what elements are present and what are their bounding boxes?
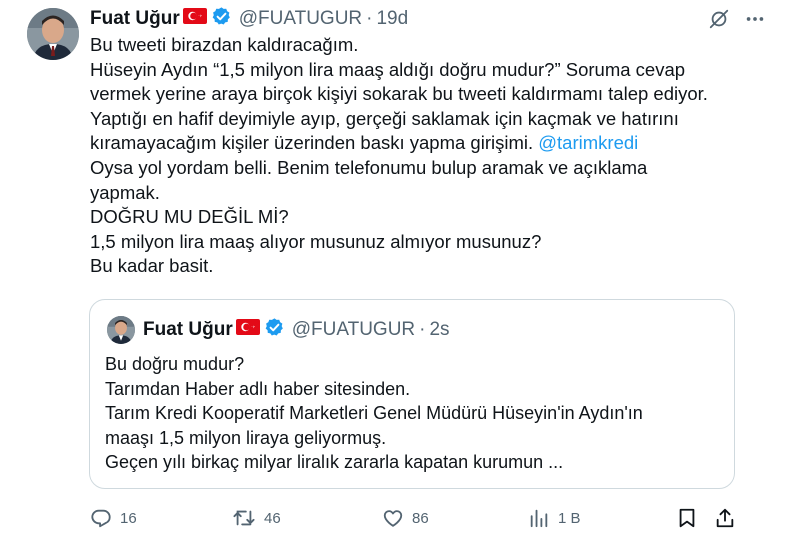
repost-icon (232, 507, 256, 529)
tweet-line: Bu kadar basit. (90, 255, 214, 277)
tweet-line: Hüseyin Aydın “1,5 milyon lira maaş aldı… (90, 58, 686, 80)
quoted-line: Tarım Kredi Kooperatif Marketleri Genel … (105, 403, 643, 423)
tweet-line: Bu tweeti birazdan kaldıracağım. (90, 34, 359, 55)
separator-dot: · (366, 8, 373, 29)
quoted-timestamp[interactable]: 2s (429, 319, 449, 341)
like-button[interactable]: 86 (382, 507, 429, 529)
repost-count: 46 (264, 509, 281, 527)
tweet-text: Bu tweeti birazdan kaldıracağım. Hüseyin… (90, 33, 770, 279)
verified-badge-icon[interactable] (264, 317, 285, 344)
tweet-line: DOĞRU MU DEĞİL Mİ? (90, 206, 289, 228)
top-actions (708, 8, 766, 30)
quoted-line: maaşı 1,5 milyon liraya geliyormuş. (105, 427, 387, 448)
author-handle[interactable]: @FUATUGUR (239, 8, 362, 30)
bookmark-icon (676, 507, 698, 529)
quoted-author-handle[interactable]: @FUATUGUR (292, 319, 415, 341)
tweet-header: Fuat Uğur @FUATUGUR · 19d (90, 6, 408, 32)
quoted-avatar[interactable] (107, 316, 135, 344)
avatar[interactable] (27, 8, 79, 60)
reply-count: 16 (120, 509, 137, 527)
mention-link[interactable]: @tarimkredi (538, 132, 638, 153)
quoted-tweet[interactable]: Fuat Uğur @FUATUGUR · 2s Bu doğru mudur?… (89, 299, 735, 489)
tweet-line-text: kıramayacağım kişiler üzerinden baskı ya… (90, 132, 534, 154)
timestamp[interactable]: 19d (376, 8, 408, 30)
author-name[interactable]: Fuat Uğur (90, 8, 180, 30)
tweet-line: 1,5 milyon lira maaş alıyor musunuz almı… (90, 230, 542, 252)
like-count: 86 (412, 509, 429, 527)
quoted-line: Geçen yılı birkaç milyar liralık zararla… (105, 452, 564, 472)
view-count: 1 B (558, 509, 581, 527)
share-icon (714, 507, 736, 529)
tweet-line: Oysa yol yordam belli. Benim telefonumu … (90, 156, 648, 178)
reply-icon (90, 507, 112, 529)
repost-button[interactable]: 46 (232, 507, 281, 529)
quoted-header: Fuat Uğur @FUATUGUR · 2s (143, 317, 450, 343)
bookmark-button[interactable] (676, 507, 698, 529)
separator-dot: · (419, 319, 426, 340)
quoted-line: Tarımdan Haber adlı haber sitesinden. (105, 378, 411, 399)
tweet[interactable]: Fuat Uğur @FUATUGUR · 19d Bu tweeti bira… (0, 0, 790, 552)
verified-badge-icon[interactable] (211, 6, 232, 33)
views-icon (528, 507, 550, 529)
more-icon[interactable] (744, 8, 766, 30)
tweet-line: kıramayacağım kişiler üzerinden baskı ya… (90, 131, 770, 156)
tweet-line: Yaptığı en hafif deyimiyle ayıp, gerçeği… (90, 107, 679, 129)
quoted-text: Bu doğru mudur? Tarımdan Haber adlı habe… (105, 352, 725, 475)
reply-button[interactable]: 16 (90, 507, 137, 529)
tweet-line: vermek yerine araya birçok kişiyi sokara… (90, 83, 708, 105)
turkey-flag-icon (235, 319, 260, 341)
heart-icon (382, 507, 404, 529)
tweet-line: yapmak. (90, 181, 160, 203)
turkey-flag-icon (182, 8, 207, 30)
share-button[interactable] (714, 507, 736, 529)
quoted-author-name[interactable]: Fuat Uğur (143, 319, 233, 341)
action-bar: 16 46 86 1 B (90, 507, 745, 533)
views-button[interactable]: 1 B (528, 507, 581, 529)
quoted-line: Bu doğru mudur? (105, 354, 245, 374)
grok-icon[interactable] (708, 8, 730, 30)
